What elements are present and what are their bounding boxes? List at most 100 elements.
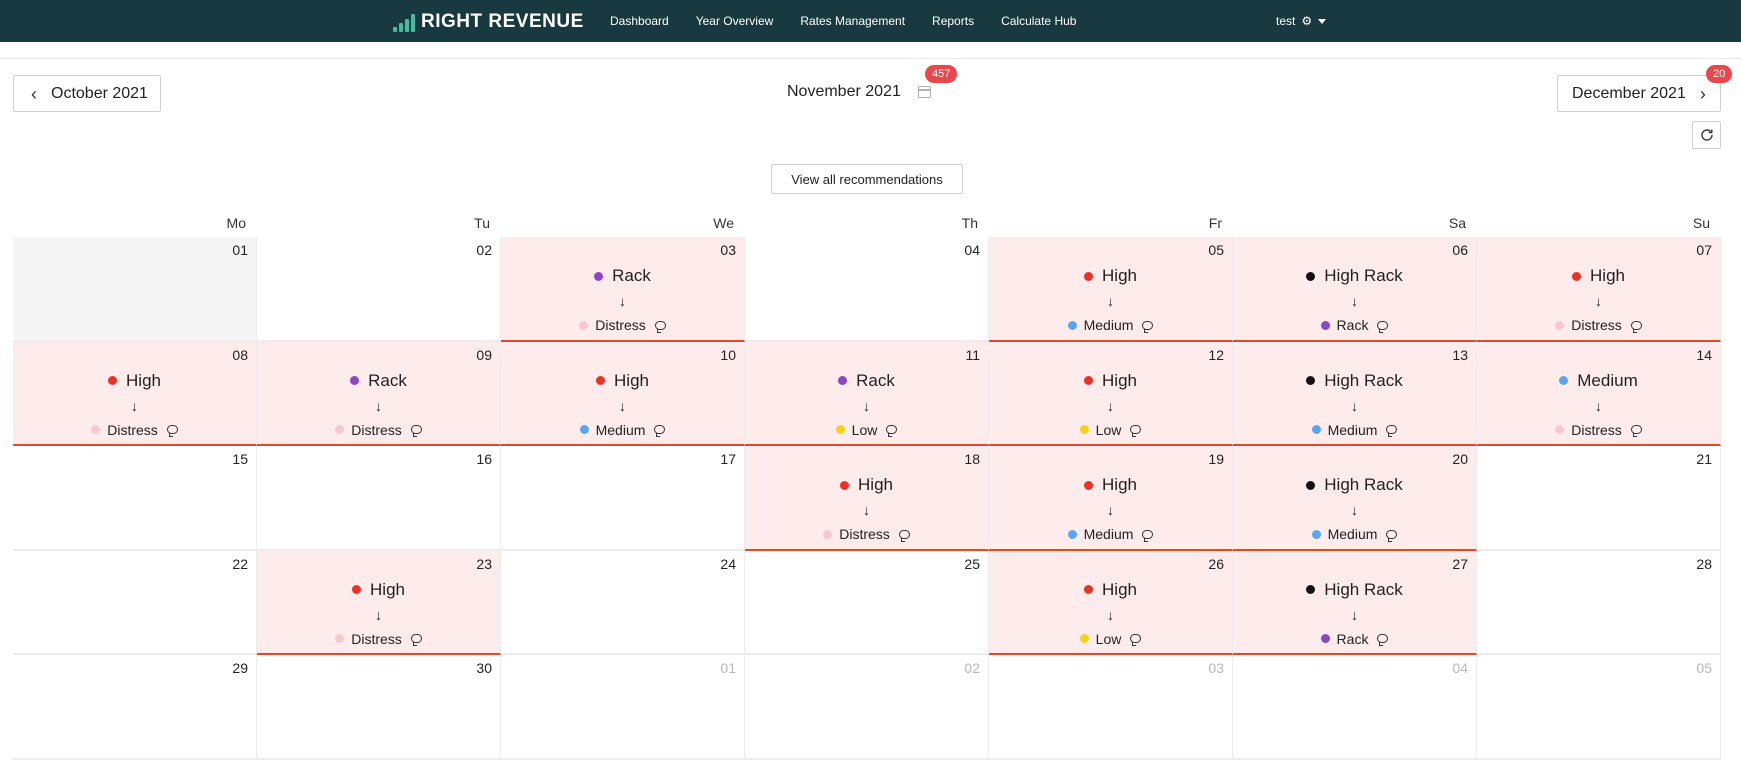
comment-icon[interactable]: [410, 425, 422, 437]
calendar-day[interactable]: 16: [257, 446, 501, 551]
calendar-day[interactable]: 04: [745, 237, 989, 342]
comment-icon[interactable]: [1630, 320, 1642, 333]
calendar-day[interactable]: 29: [13, 655, 257, 760]
comment-icon[interactable]: [1386, 425, 1398, 437]
calendar-day[interactable]: 28: [1477, 550, 1721, 655]
calendar-day[interactable]: 03 Rack ↓ Distress: [501, 237, 745, 342]
recommended-level-label: Medium: [1083, 526, 1134, 542]
comment-icon[interactable]: [1142, 529, 1154, 542]
current-rate-level: High: [989, 475, 1232, 495]
current-level-label: High: [858, 475, 893, 494]
arrow-down-icon: ↓: [131, 397, 138, 414]
calendar-day[interactable]: 26 High ↓ Low: [989, 550, 1233, 655]
comment-icon[interactable]: [654, 320, 666, 333]
calendar-day[interactable]: 13 High Rack ↓ Medium: [1233, 341, 1477, 446]
calendar-day[interactable]: 02: [257, 237, 501, 342]
view-all-recommendations-button[interactable]: View all recommendations: [771, 164, 963, 194]
calendar-day[interactable]: 14 Medium ↓ Distress: [1477, 341, 1721, 446]
previous-month-label: October 2021: [51, 84, 148, 102]
day-number: 15: [232, 451, 248, 467]
brand-logo[interactable]: RIGHT REVENUE: [393, 10, 584, 32]
current-month-title: November 2021: [787, 83, 901, 100]
nav-item-dashboard[interactable]: Dashboard: [610, 14, 669, 28]
day-number: 19: [1208, 451, 1224, 467]
day-number: 27: [1452, 555, 1468, 572]
top-navigation-bar: RIGHT REVENUE Dashboard Year Overview Ra…: [0, 0, 1741, 42]
comment-icon[interactable]: [1130, 634, 1142, 646]
comment-icon[interactable]: [166, 425, 178, 437]
calendar-day[interactable]: 17: [501, 446, 745, 551]
day-number: 11: [965, 346, 980, 363]
user-menu[interactable]: test ⚙: [1276, 0, 1327, 42]
calendar-day[interactable]: 25: [745, 550, 989, 655]
calendar-icon[interactable]: [918, 86, 931, 98]
comment-icon[interactable]: [1630, 425, 1642, 437]
recommended-level-label: Medium: [1327, 526, 1378, 542]
weekday-label: Fr: [1208, 215, 1222, 231]
calendar-day[interactable]: 08 High ↓ Distress: [13, 341, 257, 446]
calendar-day[interactable]: 22: [13, 550, 257, 655]
calendar-day[interactable]: 05: [1477, 655, 1721, 760]
level-dot-icon: [1306, 376, 1316, 385]
calendar-day[interactable]: 23 High ↓ Distress: [257, 550, 501, 655]
recommended-rate-level: Distress: [1477, 422, 1720, 438]
nav-item-reports[interactable]: Reports: [932, 14, 974, 28]
comment-icon[interactable]: [1377, 634, 1389, 646]
chart-bars-icon: [393, 14, 415, 32]
calendar-day[interactable]: 07 High ↓ Distress: [1477, 237, 1721, 342]
comment-icon[interactable]: [1386, 529, 1398, 542]
calendar-day[interactable]: 02: [745, 655, 989, 760]
calendar-day[interactable]: 01: [501, 655, 745, 760]
level-dot-icon: [1084, 271, 1094, 281]
arrow-down-icon: ↓: [1595, 397, 1602, 414]
day-number: 04: [964, 242, 980, 258]
current-rate-level: High Rack: [1233, 475, 1476, 495]
recommended-rate-level: Medium: [501, 422, 744, 438]
refresh-button[interactable]: [1692, 121, 1721, 149]
calendar-day[interactable]: 15: [13, 446, 257, 551]
nav-item-year-overview[interactable]: Year Overview: [696, 14, 774, 28]
calendar-day[interactable]: 30: [257, 655, 501, 760]
calendar-day[interactable]: 10 High ↓ Medium: [501, 341, 745, 446]
day-number: 23: [476, 555, 492, 572]
calendar-day[interactable]: 20 High Rack ↓ Medium: [1233, 446, 1477, 551]
day-number: 08: [232, 346, 248, 363]
comment-icon[interactable]: [410, 634, 422, 646]
calendar-day[interactable]: 24: [501, 550, 745, 655]
calendar-day[interactable]: 21: [1477, 446, 1721, 551]
calendar-day[interactable]: 11 Rack ↓ Low: [745, 341, 989, 446]
level-dot-icon: [1306, 585, 1316, 594]
calendar-day[interactable]: 06 High Rack ↓ Rack: [1233, 237, 1477, 342]
level-dot-icon: [1320, 320, 1330, 330]
comment-icon[interactable]: [886, 425, 898, 437]
next-month-button[interactable]: December 2021 ›: [1557, 75, 1721, 112]
nav-item-rates-management[interactable]: Rates Management: [800, 14, 905, 28]
comment-icon[interactable]: [898, 529, 910, 542]
calendar-day[interactable]: 01: [13, 237, 257, 342]
arrow-down-icon: ↓: [1107, 397, 1114, 414]
comment-icon[interactable]: [1130, 425, 1142, 437]
recommended-level-label: Low: [1095, 630, 1122, 647]
calendar-day[interactable]: 05 High ↓ Medium: [989, 237, 1233, 342]
brand-name: RIGHT REVENUE: [421, 11, 584, 32]
comment-icon[interactable]: [654, 425, 666, 437]
nav-item-calculate-hub[interactable]: Calculate Hub: [1001, 14, 1076, 28]
level-dot-icon: [1067, 529, 1077, 539]
day-number: 12: [1208, 346, 1224, 363]
day-number: 20: [1452, 451, 1468, 467]
previous-month-button[interactable]: ‹ October 2021: [13, 75, 161, 112]
recommended-level-label: Medium: [595, 421, 646, 438]
comment-icon[interactable]: [1142, 320, 1154, 333]
recommended-rate-level: Distress: [13, 422, 256, 438]
calendar-day[interactable]: 09 Rack ↓ Distress: [257, 341, 501, 446]
level-dot-icon: [823, 529, 833, 539]
calendar-day[interactable]: 19 High ↓ Medium: [989, 446, 1233, 551]
calendar-day[interactable]: 18 High ↓ Distress: [745, 446, 989, 551]
calendar-day[interactable]: 12 High ↓ Low: [989, 341, 1233, 446]
calendar-day[interactable]: 27 High Rack ↓ Rack: [1233, 550, 1477, 655]
calendar-day[interactable]: 04: [1233, 655, 1477, 760]
comment-icon[interactable]: [1377, 320, 1389, 333]
level-dot-icon: [91, 425, 101, 434]
calendar-day[interactable]: 03: [989, 655, 1233, 760]
recommended-rate-level: Medium: [989, 526, 1232, 542]
